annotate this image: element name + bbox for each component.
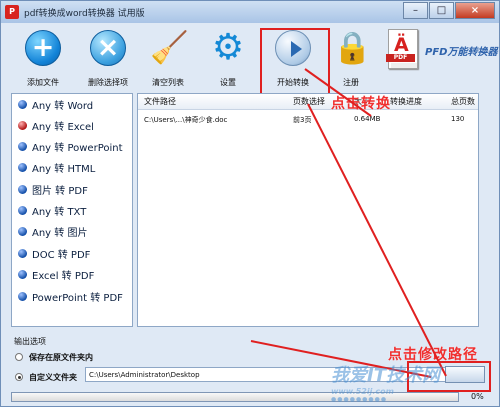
row-pages[interactable]: 前3页 [293,115,311,125]
broom-icon: 🧹 [150,30,189,66]
delete-selected-label: 删除选择项 [88,78,128,87]
settings-label: 设置 [220,78,236,87]
sidebar-item-label: Any 转 Excel [32,121,94,133]
sidebar-item-label: Any 转 PowerPoint [32,142,123,154]
bullet-icon [18,205,27,215]
pdf-document-icon: Ä PDF [386,29,418,69]
app-window: P pdf转换成word转换器 试用版 – □ × + 添加文件 × 删除选择项… [0,0,500,407]
sidebar-item-image-to-pdf[interactable]: 图片 转 PDF [12,179,132,199]
sidebar-item-any-to-word[interactable]: Any 转 Word [12,94,132,114]
radio-save-original[interactable]: 保存在原文件夹内 [15,350,93,364]
bullet-icon [18,291,27,301]
add-file-button[interactable]: + 添加文件 [13,28,73,88]
column-header-progress[interactable]: 转换进度 [390,96,422,107]
sidebar-item-label: Any 转 TXT [32,206,87,218]
row-path: C:\Users\...\神奇少食.doc [144,116,228,124]
sidebar-item-label: DOC 转 PDF [32,249,91,261]
delete-selected-button[interactable]: × 删除选择项 [78,28,138,88]
lock-icon: 🔒 [333,30,372,66]
row-size: 0.64MB [354,115,381,123]
column-header-pages[interactable]: 页数选择 [293,96,325,107]
bullet-icon [18,162,27,172]
watermark-text: 我爱IT技术网 [331,365,440,386]
settings-button[interactable]: ⚙ 设置 [198,28,258,88]
column-header-path[interactable]: 文件路径 [144,96,176,107]
output-path-value: C:\Users\Administrator\Desktop [89,371,200,379]
maximize-button[interactable]: □ [429,2,454,19]
add-file-label: 添加文件 [27,78,59,87]
app-logo: P [5,5,19,19]
sidebar-item-powerpoint-to-pdf[interactable]: PowerPoint 转 PDF [12,286,132,306]
radio-label: 保存在原文件夹内 [29,352,93,362]
sidebar-item-label: Any 转 Word [32,100,94,112]
plus-circle-icon: + [25,30,61,66]
sidebar-item-excel-to-pdf[interactable]: Excel 转 PDF [12,264,132,284]
close-button[interactable]: × [455,2,495,19]
sidebar-item-label: 图片 转 PDF [32,185,88,197]
sidebar-item-any-to-txt[interactable]: Any 转 TXT [12,200,132,220]
radio-custom-folder[interactable]: 自定义文件夹 [15,370,77,384]
minimize-button[interactable]: – [403,2,428,19]
start-convert-highlight [260,28,330,99]
annotation-start-hint: 点击转换 [331,96,391,112]
column-header-total-pages[interactable]: 总页数 [451,96,475,107]
bullet-icon [18,120,27,130]
toolbar: + 添加文件 × 删除选择项 🧹 清空列表 ⚙ 设置 开始转换 🔒 注册 Ä P… [5,24,498,90]
bullet-icon [18,184,27,194]
sidebar-item-label: Any 转 图片 [32,227,88,239]
clear-list-button[interactable]: 🧹 清空列表 [138,28,198,88]
sidebar-item-label: Any 转 HTML [32,163,96,175]
bullet-icon [18,248,27,258]
sidebar-item-any-to-excel[interactable]: Any 转 Excel [12,115,132,135]
radio-button[interactable] [15,353,23,361]
register-label: 注册 [343,78,359,87]
clear-list-label: 清空列表 [152,78,184,87]
delete-x-icon: × [90,30,126,66]
sidebar-item-any-to-powerpoint[interactable]: Any 转 PowerPoint [12,136,132,156]
sidebar-item-label: PowerPoint 转 PDF [32,292,123,304]
bullet-icon [18,269,27,279]
window-title: pdf转换成word转换器 试用版 [24,8,145,19]
sidebar-item-doc-to-pdf[interactable]: DOC 转 PDF [12,243,132,263]
watermark-url: www.52ij.com [331,387,394,396]
watermark: 我爱IT技术网 www.52ij.com ●●●●●●●●● [331,361,500,406]
conversion-type-list: Any 转 Word Any 转 Excel Any 转 PowerPoint … [11,93,133,327]
radio-label: 自定义文件夹 [29,372,77,382]
bullet-icon [18,226,27,236]
table-header: 文件路径 页数选择 大小 转换进度 总页数 [138,94,478,110]
gear-icon: ⚙ [211,27,245,68]
watermark-dots: ●●●●●●●●● [331,396,388,403]
bullet-icon [18,99,27,109]
sidebar-item-any-to-html[interactable]: Any 转 HTML [12,157,132,177]
window-controls: – □ × [402,2,495,19]
brand-title: PFD万能转换器 [425,47,498,58]
pdf-subline [391,63,417,68]
radio-button[interactable] [15,373,23,381]
file-list-table: 文件路径 页数选择 大小 转换进度 总页数 C:\Users\...\神奇少食.… [137,93,479,327]
sidebar-item-label: Excel 转 PDF [32,270,95,282]
row-total-pages: 130 [451,115,465,123]
pdf-label: PDF [386,54,415,62]
pdf-symbol: Ä [394,34,409,56]
register-button[interactable]: 🔒 注册 [321,28,381,88]
output-options-label: 输出选项 [14,337,46,346]
bullet-icon [18,141,27,151]
title-bar: P pdf转换成word转换器 试用版 – □ × [1,1,499,23]
sidebar-item-any-to-image[interactable]: Any 转 图片 [12,221,132,241]
